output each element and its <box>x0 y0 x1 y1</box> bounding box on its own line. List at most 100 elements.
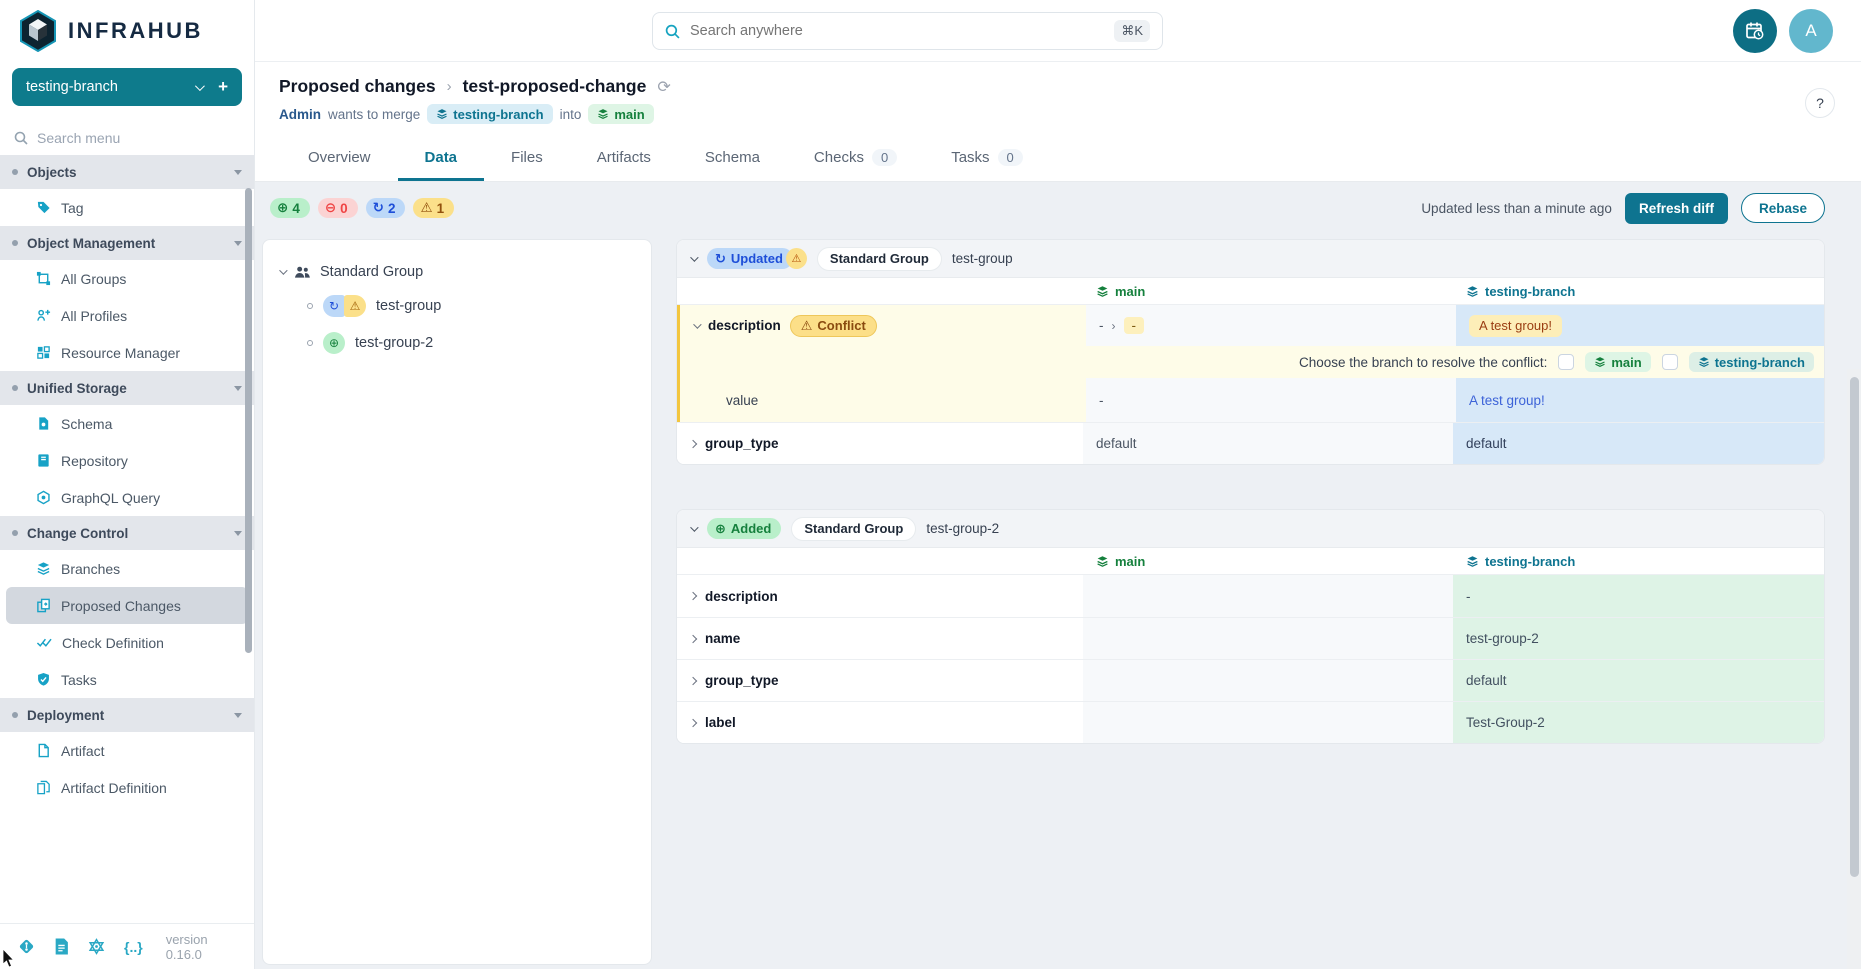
diff-card-header[interactable]: ↻Updated ⚠ Standard Group test-group <box>677 240 1824 278</box>
menu-search[interactable]: Search menu <box>0 116 254 160</box>
sidebar-item-label: GraphQL Query <box>61 490 160 506</box>
graphql-logo-icon[interactable] <box>88 938 105 955</box>
tab-files[interactable]: Files <box>484 134 570 181</box>
layers-icon <box>436 108 448 120</box>
diff-card-header[interactable]: ⊕Added Standard Group test-group-2 <box>677 510 1824 548</box>
docs-icon[interactable] <box>54 938 69 955</box>
chevron-right-icon <box>689 676 697 684</box>
branch-selector-value: testing-branch <box>26 79 195 95</box>
sidebar-item-branches[interactable]: Branches <box>0 550 254 587</box>
section-change-control[interactable]: Change Control <box>0 516 254 550</box>
diff-toolbar: ⊕4 ⊖0 ↻2 ⚠1 Updated less than a minute a… <box>270 190 1825 226</box>
scrollbar-thumb[interactable] <box>1850 377 1859 877</box>
code-braces-icon[interactable]: {..} <box>124 939 143 955</box>
shortcut-badge: ⌘K <box>1114 20 1150 42</box>
target-branch-badge: main <box>588 104 653 124</box>
status-badge: ↻Updated <box>707 248 793 269</box>
section-object-management[interactable]: Object Management <box>0 226 254 260</box>
tree-node-standard-group[interactable]: Standard Group <box>279 264 635 280</box>
sidebar-item-all-groups[interactable]: All Groups <box>0 260 254 297</box>
resolve-main-badge[interactable]: main <box>1585 352 1650 372</box>
sidebar-item-artifact[interactable]: Artifact <box>0 732 254 769</box>
attribute-row-description[interactable]: description ⚠Conflict - › - A test group… <box>680 305 1824 346</box>
arrow-icon: › <box>1112 319 1116 333</box>
updated-count-chip: ↻2 <box>366 198 406 218</box>
sidebar-item-repository[interactable]: Repository <box>0 442 254 479</box>
sidebar-item-tasks[interactable]: Tasks <box>0 661 254 698</box>
resolve-branch-checkbox[interactable] <box>1662 354 1678 370</box>
logo[interactable]: INFRAHUB <box>0 0 254 62</box>
schedule-button[interactable] <box>1733 9 1777 53</box>
warning-icon: ⚠ <box>786 248 807 269</box>
schema-icon <box>36 416 51 431</box>
section-label: Deployment <box>27 708 225 723</box>
tab-tasks[interactable]: Tasks0 <box>924 134 1050 181</box>
main-column-header: main <box>1083 548 1453 574</box>
attribute-row-name[interactable]: name test-group-2 <box>677 617 1824 659</box>
sidebar-item-label: Tasks <box>61 672 97 688</box>
conflict-badge-icon: ⚠ <box>344 295 366 317</box>
branch-selector[interactable]: testing-branch + <box>12 68 242 106</box>
help-button[interactable]: ? <box>1805 88 1835 118</box>
merge-summary: Admin wants to merge testing-branch into… <box>279 104 1837 124</box>
chevron-right-icon <box>689 718 697 726</box>
updated-badge-icon: ↻ <box>323 295 345 317</box>
value-branch: A test group! <box>1469 393 1545 408</box>
section-dot-icon <box>12 385 18 391</box>
added-count-chip: ⊕4 <box>270 198 310 218</box>
sidebar-item-tag[interactable]: Tag <box>0 189 254 226</box>
collapse-icon <box>234 170 242 175</box>
section-dot-icon <box>12 169 18 175</box>
menu-search-placeholder: Search menu <box>37 130 120 146</box>
object-tree-panel: Standard Group ↻ ⚠ test-group ⊕ test-gro <box>262 239 652 965</box>
breadcrumb-root[interactable]: Proposed changes <box>279 76 436 97</box>
search-icon <box>14 131 28 145</box>
resolve-branch-badge[interactable]: testing-branch <box>1689 352 1814 372</box>
layers-icon <box>1096 285 1109 298</box>
attribute-row-group-type[interactable]: group_type default default <box>677 422 1824 464</box>
attribute-row-group-type[interactable]: group_type default <box>677 659 1824 701</box>
window-scrollbar[interactable] <box>1847 369 1861 969</box>
git-icon[interactable] <box>18 938 35 955</box>
chevron-down-icon <box>690 253 698 261</box>
section-objects[interactable]: Objects <box>0 155 254 189</box>
sidebar-item-resource-manager[interactable]: Resource Manager <box>0 334 254 371</box>
rebase-button[interactable]: Rebase <box>1741 193 1825 223</box>
retry-icon[interactable]: ⟳ <box>657 77 670 97</box>
refresh-diff-button[interactable]: Refresh diff <box>1625 193 1728 224</box>
sidebar-item-schema[interactable]: Schema <box>0 405 254 442</box>
tab-schema[interactable]: Schema <box>678 134 787 181</box>
tab-checks[interactable]: Checks0 <box>787 134 924 181</box>
chevron-down-icon <box>690 523 698 531</box>
resource-manager-icon <box>36 345 51 360</box>
resolve-main-checkbox[interactable] <box>1558 354 1574 370</box>
layers-icon <box>597 108 609 120</box>
warning-icon: ⚠ <box>420 200 432 216</box>
tab-data[interactable]: Data <box>398 134 485 181</box>
attribute-row-label[interactable]: label Test-Group-2 <box>677 701 1824 743</box>
object-name: test-group-2 <box>926 521 999 536</box>
tree-node-test-group[interactable]: ↻ ⚠ test-group <box>307 295 635 317</box>
global-search[interactable]: ⌘K <box>652 12 1163 50</box>
tab-overview[interactable]: Overview <box>281 134 398 181</box>
sidebar-scrollbar[interactable] <box>245 188 252 653</box>
avatar[interactable]: A <box>1789 9 1833 53</box>
value-row: value - A test group! <box>680 378 1824 422</box>
tab-artifacts[interactable]: Artifacts <box>570 134 678 181</box>
sidebar-item-label: Branches <box>61 561 120 577</box>
sidebar-item-all-profiles[interactable]: All Profiles <box>0 297 254 334</box>
attribute-row-description[interactable]: description - <box>677 575 1824 617</box>
sidebar-item-proposed-changes[interactable]: Proposed Changes <box>6 587 248 624</box>
section-unified-storage[interactable]: Unified Storage <box>0 371 254 405</box>
sidebar-item-check-definition[interactable]: Check Definition <box>0 624 254 661</box>
search-input[interactable] <box>690 23 1104 39</box>
kind-badge: Standard Group <box>792 518 915 540</box>
sidebar-item-graphql-query[interactable]: GraphQL Query <box>0 479 254 516</box>
section-deployment[interactable]: Deployment <box>0 698 254 732</box>
section-label: Objects <box>27 165 225 180</box>
tree-node-test-group-2[interactable]: ⊕ test-group-2 <box>307 332 635 354</box>
branch-value: test-group-2 <box>1466 631 1539 646</box>
sidebar-item-artifact-definition[interactable]: Artifact Definition <box>0 769 254 806</box>
section-label: Object Management <box>27 236 225 251</box>
add-branch-button[interactable]: + <box>218 77 228 97</box>
